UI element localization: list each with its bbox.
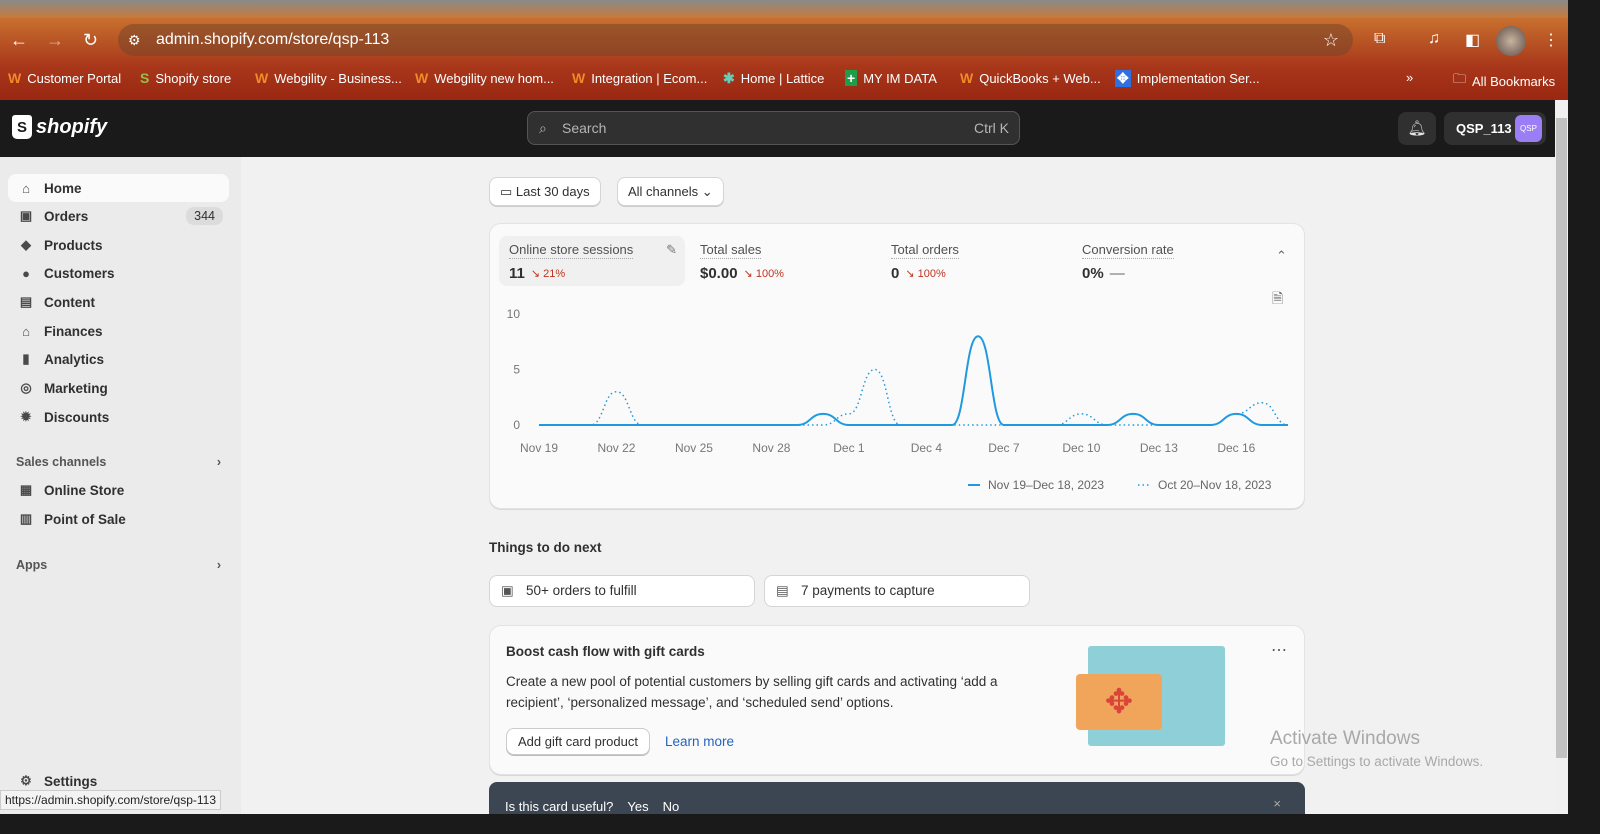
gift-card-promo-card: Boost cash flow with gift cards Create a… <box>489 625 1305 775</box>
x-tick-label: Nov 19 <box>520 441 558 455</box>
promo-title: Boost cash flow with gift cards <box>506 644 705 659</box>
legend-label: Nov 19–Dec 18, 2023 <box>988 478 1104 492</box>
y-tick-label: 10 <box>507 307 521 321</box>
orders-to-fulfill-button[interactable]: ▣ 50+ orders to fulfill <box>489 575 755 607</box>
things-to-do-heading: Things to do next <box>489 540 602 555</box>
gift-card-illustration: ✥ <box>1076 646 1225 746</box>
page-scrollbar[interactable] <box>1555 100 1568 814</box>
x-tick-label: Dec 4 <box>911 441 943 455</box>
x-tick-label: Nov 28 <box>752 441 790 455</box>
card-feedback-bar: Is this card useful? Yes No × <box>489 782 1305 814</box>
y-tick-label: 0 <box>513 418 520 432</box>
feedback-yes-button[interactable]: Yes <box>627 799 648 814</box>
feedback-no-button[interactable]: No <box>663 799 680 814</box>
add-gift-card-product-button[interactable]: Add gift card product <box>506 728 650 755</box>
x-tick-label: Dec 7 <box>988 441 1020 455</box>
screen-bottom-edge <box>0 814 1568 834</box>
feedback-question: Is this card useful? <box>505 799 614 814</box>
x-tick-label: Dec 13 <box>1140 441 1178 455</box>
more-options-icon[interactable]: ⋯ <box>1271 640 1287 660</box>
watermark-subtitle: Go to Settings to activate Windows. <box>1270 754 1484 769</box>
todo-label: 7 payments to capture <box>801 583 935 598</box>
promo-body: Create a new pool of potential customers… <box>506 674 998 710</box>
x-tick-label: Dec 1 <box>833 441 865 455</box>
payments-to-capture-button[interactable]: ▤ 7 payments to capture <box>764 575 1030 607</box>
series-line-dotted <box>538 368 1289 426</box>
legend-label: Oct 20–Nov 18, 2023 <box>1158 478 1272 492</box>
scrollbar-thumb[interactable] <box>1556 118 1567 758</box>
learn-more-link[interactable]: Learn more <box>665 734 734 749</box>
x-tick-label: Nov 25 <box>675 441 713 455</box>
watermark-title: Activate Windows <box>1270 728 1420 749</box>
screen-edge <box>1568 0 1600 834</box>
close-icon[interactable]: × <box>1273 796 1281 811</box>
cash-icon: ▤ <box>776 583 789 598</box>
windows-activation-watermark: Activate Windows Go to Settings to activa… <box>1270 728 1483 769</box>
series-line-solid <box>538 335 1288 426</box>
y-tick-label: 5 <box>513 363 520 377</box>
x-tick-label: Dec 16 <box>1217 441 1255 455</box>
inbox-icon: ▣ <box>501 583 514 598</box>
x-tick-label: Dec 10 <box>1062 441 1100 455</box>
x-tick-label: Nov 22 <box>597 441 635 455</box>
todo-label: 50+ orders to fulfill <box>526 583 637 598</box>
